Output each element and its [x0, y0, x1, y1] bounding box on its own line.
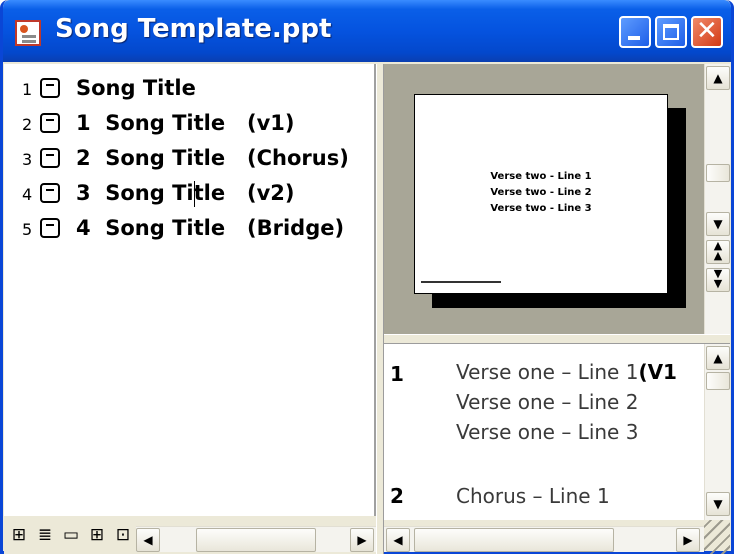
normal-view-icon[interactable]: ⊞ — [8, 524, 30, 546]
slide-pane[interactable]: Verse two - Line 1 Verse two - Line 2 Ve… — [384, 64, 704, 334]
slide-icon[interactable] — [40, 113, 60, 133]
slide-icon[interactable] — [40, 218, 60, 238]
notes-pane[interactable]: 1 Verse one – Line 1(V1 Verse one – Line… — [384, 344, 704, 520]
window-title: Song Template.ppt — [55, 14, 332, 44]
scroll-left-icon[interactable]: ◀ — [386, 528, 410, 552]
scroll-thumb[interactable] — [706, 372, 730, 390]
outline-view-icon[interactable]: ≣ — [34, 524, 56, 546]
scroll-left-icon[interactable]: ◀ — [136, 528, 160, 552]
text-cursor — [194, 181, 195, 207]
slide-body-line[interactable]: Verse two - Line 1 — [415, 171, 667, 182]
slide-icon[interactable] — [40, 183, 60, 203]
slide-canvas[interactable]: Verse two - Line 1 Verse two - Line 2 Ve… — [414, 94, 668, 294]
scroll-thumb[interactable] — [196, 528, 316, 552]
notes-horizontal-scrollbar[interactable]: ◀ ▶ — [384, 526, 704, 552]
outline-horizontal-scrollbar[interactable]: ◀ ▶ — [136, 526, 376, 552]
scroll-thumb[interactable] — [414, 528, 614, 552]
close-icon: ✕ — [696, 16, 718, 46]
close-button[interactable]: ✕ — [691, 16, 723, 48]
slide-footer-text — [421, 281, 501, 283]
scroll-right-icon[interactable]: ▶ — [676, 528, 700, 552]
maximize-icon — [663, 24, 679, 40]
next-slide-icon[interactable]: ▼ ▼ — [706, 268, 730, 292]
scroll-right-icon[interactable]: ▶ — [350, 528, 374, 552]
scroll-thumb[interactable] — [706, 164, 730, 182]
scroll-down-icon[interactable]: ▼ — [706, 492, 730, 516]
scroll-up-icon[interactable]: ▲ — [706, 66, 730, 90]
notes-number: 1 — [390, 362, 404, 386]
notes-line[interactable]: Verse one – Line 1(V1 — [456, 360, 677, 384]
previous-slide-icon[interactable]: ▲ ▲ — [706, 240, 730, 264]
minimize-icon — [628, 36, 640, 40]
slide-pane-scrollbar[interactable]: ▲ ▼ ▲ ▲ ▼ ▼ — [704, 64, 730, 334]
outline-pane[interactable]: 1 Song Title 2 1 Song Title (v1) 3 2 Son… — [4, 64, 376, 516]
notes-pane-scrollbar[interactable]: ▲ ▼ — [704, 344, 730, 520]
slide-title-text[interactable]: 3 Song Title (v2) — [76, 181, 295, 205]
maximize-button[interactable] — [655, 16, 687, 48]
slide-show-icon[interactable]: ⊡ — [112, 524, 134, 546]
slide-body-line[interactable]: Verse two - Line 2 — [415, 187, 667, 198]
slide-body-line[interactable]: Verse two - Line 3 — [415, 203, 667, 214]
minimize-button[interactable] — [619, 16, 651, 48]
slide-number: 2 — [22, 115, 33, 134]
notes-line-text: Verse one – Line 1 — [456, 360, 639, 384]
slide-title-text[interactable]: 2 Song Title (Chorus) — [76, 146, 349, 170]
slide-title-text[interactable]: Song Title — [76, 76, 196, 100]
slide-title-text[interactable]: 1 Song Title (v1) — [76, 111, 295, 135]
notes-line[interactable]: Verse one – Line 3 — [456, 420, 638, 444]
resize-grip-icon[interactable] — [704, 520, 730, 554]
scroll-up-icon[interactable]: ▲ — [706, 346, 730, 370]
powerpoint-icon[interactable] — [15, 20, 41, 46]
slide-sorter-view-icon[interactable]: ⊞ — [86, 524, 108, 546]
title-bar[interactable]: Song Template.ppt ✕ — [3, 0, 731, 62]
slide-number: 5 — [22, 220, 33, 239]
notes-number: 2 — [390, 484, 404, 508]
slide-view-icon[interactable]: ▭ — [60, 524, 82, 546]
slide-number: 1 — [22, 80, 33, 99]
pane-splitter-vertical[interactable] — [376, 64, 384, 554]
notes-line[interactable]: Chorus – Line 1 — [456, 484, 610, 508]
slide-icon[interactable] — [40, 78, 60, 98]
notes-tag: (V1 — [638, 360, 677, 384]
slide-number: 3 — [22, 150, 33, 169]
notes-line[interactable]: Verse one – Line 2 — [456, 390, 638, 414]
slide-title-text[interactable]: 4 Song Title (Bridge) — [76, 216, 344, 240]
pane-splitter-horizontal[interactable] — [384, 334, 730, 344]
slide-number: 4 — [22, 185, 33, 204]
slide-icon[interactable] — [40, 148, 60, 168]
scroll-down-icon[interactable]: ▼ — [706, 212, 730, 236]
